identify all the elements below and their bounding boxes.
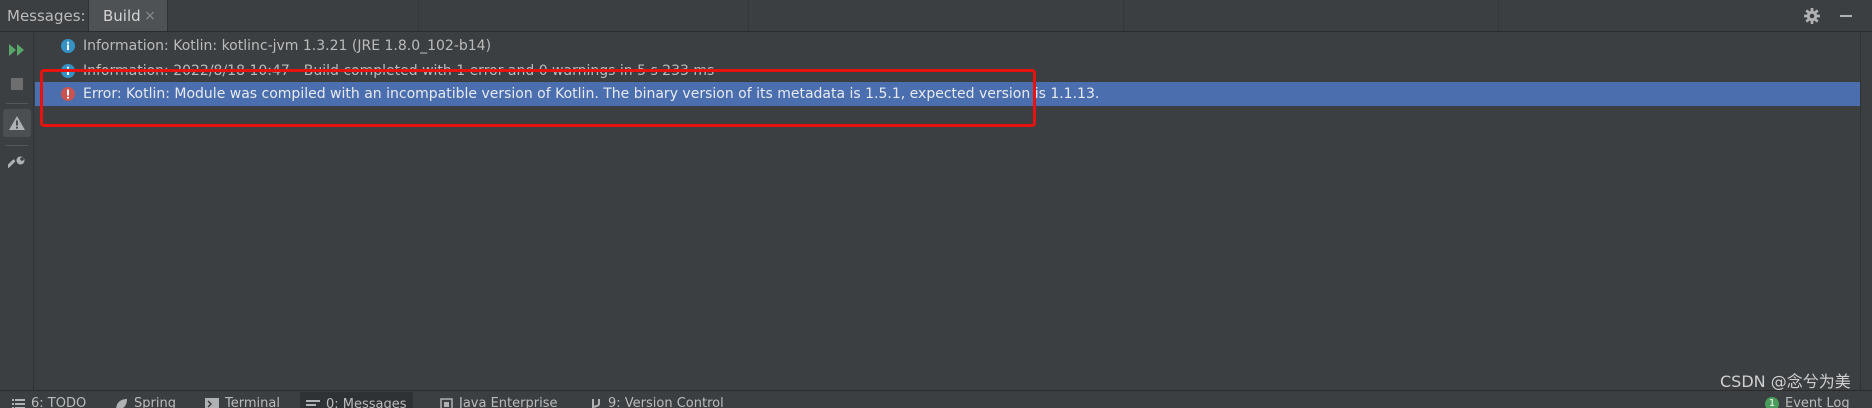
tab-todo[interactable]: 6: TODO bbox=[12, 395, 86, 408]
spring-icon bbox=[116, 398, 127, 408]
rerun-icon[interactable] bbox=[3, 36, 31, 64]
info-icon bbox=[60, 38, 76, 54]
right-tool-strip bbox=[1860, 32, 1872, 390]
annotation-highlight bbox=[40, 69, 1036, 127]
toolbar-divider bbox=[6, 145, 28, 146]
header-divider bbox=[1498, 0, 1499, 31]
messages-icon bbox=[306, 400, 320, 406]
java-enterprise-icon bbox=[440, 397, 453, 408]
list-item[interactable]: Information: Kotlin: kotlinc-jvm 1.3.21 … bbox=[35, 34, 1860, 58]
bottom-tool-bar: 6: TODO Spring Terminal 0: Messages Java… bbox=[0, 390, 1872, 408]
tab-version-control-label: 9: Version Control bbox=[608, 396, 724, 408]
header-divider bbox=[1123, 0, 1124, 31]
watermark: CSDN @念兮为美 bbox=[1720, 372, 1851, 391]
stop-icon[interactable] bbox=[3, 70, 31, 98]
header-divider bbox=[748, 0, 749, 31]
event-log-button[interactable]: 1 Event Log bbox=[1765, 395, 1850, 408]
event-log-badge: 1 bbox=[1765, 397, 1779, 408]
terminal-icon bbox=[205, 398, 219, 408]
list-icon bbox=[12, 399, 25, 408]
tab-messages-label: 0: Messages bbox=[326, 397, 407, 408]
vcs-icon bbox=[592, 398, 600, 408]
tab-terminal[interactable]: Terminal bbox=[205, 395, 280, 408]
tab-java-enterprise[interactable]: Java Enterprise bbox=[440, 395, 557, 408]
header-actions bbox=[1800, 4, 1858, 28]
warning-filter-icon[interactable] bbox=[3, 109, 31, 137]
tab-terminal-label: Terminal bbox=[225, 396, 280, 408]
tab-build-label: Build bbox=[103, 7, 141, 25]
tab-build[interactable]: Build × bbox=[88, 0, 168, 31]
minimize-icon[interactable] bbox=[1834, 4, 1858, 28]
tab-version-control[interactable]: 9: Version Control bbox=[590, 395, 724, 408]
tool-window-header: Messages: Build × bbox=[0, 0, 1872, 32]
toolbar-divider bbox=[6, 103, 28, 104]
left-toolbar bbox=[0, 32, 34, 390]
tab-java-enterprise-label: Java Enterprise bbox=[459, 396, 558, 408]
tab-todo-label: 6: TODO bbox=[31, 396, 87, 408]
event-log-label: Event Log bbox=[1785, 396, 1850, 408]
tab-spring[interactable]: Spring bbox=[115, 395, 176, 408]
tab-messages[interactable]: 0: Messages bbox=[300, 392, 413, 408]
wrench-icon[interactable] bbox=[3, 150, 31, 178]
header-divider bbox=[418, 0, 419, 31]
header-title: Messages: bbox=[7, 7, 86, 25]
close-icon[interactable]: × bbox=[142, 8, 158, 24]
tab-spring-label: Spring bbox=[134, 396, 176, 408]
gear-icon[interactable] bbox=[1800, 4, 1824, 28]
message-text: Information: Kotlin: kotlinc-jvm 1.3.21 … bbox=[83, 38, 492, 54]
